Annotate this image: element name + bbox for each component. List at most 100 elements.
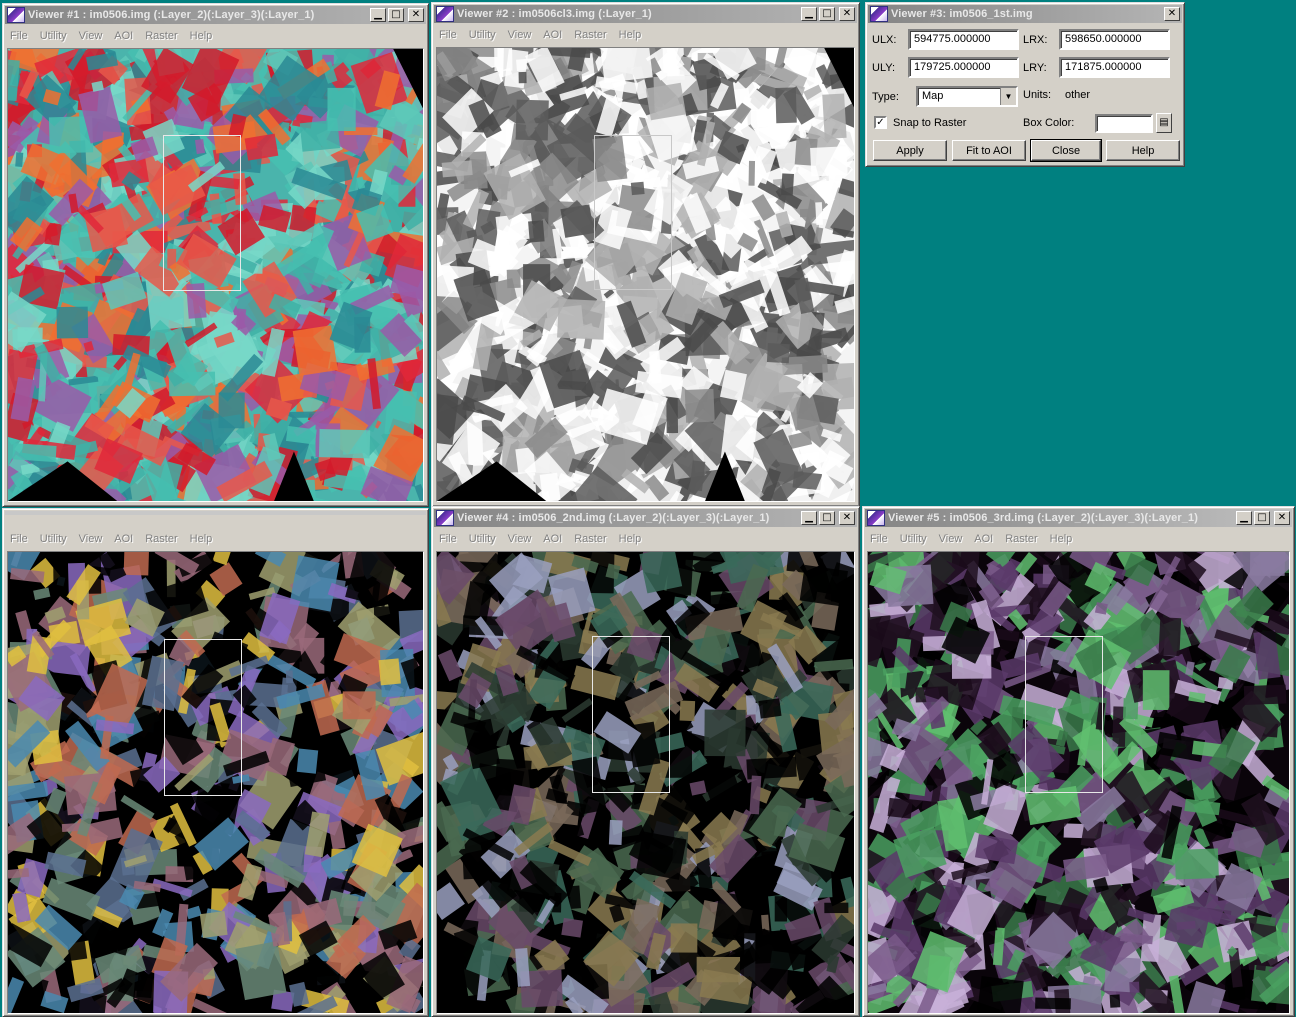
menu-help[interactable]: Help [185, 30, 220, 42]
uly-label: ULY: [872, 61, 896, 74]
dialog-titlebar[interactable]: Viewer #3: im0506_1st.img ✕ [868, 5, 1182, 23]
viewer-5-menubar: File Utility View AOI Raster Help [865, 529, 1292, 549]
close-icon[interactable]: ✕ [839, 7, 855, 21]
minimize-icon[interactable]: ▁ [801, 511, 817, 525]
chevron-down-icon[interactable]: ▼ [1000, 88, 1016, 105]
menu-utility[interactable]: Utility [464, 533, 503, 545]
close-icon[interactable]: ✕ [839, 511, 855, 525]
maximize-icon[interactable]: □ [1254, 511, 1270, 525]
menu-aoi[interactable]: AOI [109, 533, 140, 545]
viewer-2-titlebar[interactable]: Viewer #2 : im0506cl3.img (:Layer_1) ▁ □… [434, 5, 857, 23]
fit-to-aoi-button[interactable]: Fit to AOI [952, 140, 1026, 161]
close-icon[interactable]: ✕ [1274, 511, 1290, 525]
color-picker-button[interactable]: ▤ [1156, 113, 1172, 133]
inquire-box-dialog: Viewer #3: im0506_1st.img ✕ ULX: 594775.… [865, 2, 1185, 167]
erdas-app-icon [436, 510, 454, 526]
menu-help[interactable]: Help [185, 533, 220, 545]
viewer-1-window: Viewer #1 : im0506.img (:Layer_2)(:Layer… [2, 3, 429, 507]
menu-file[interactable]: File [434, 29, 464, 41]
viewer-5-titlebar[interactable]: Viewer #5 : im0506_3rd.img (:Layer_2)(:L… [865, 509, 1292, 527]
box-color-label: Box Color: [1023, 117, 1075, 129]
type-select[interactable]: Map ▼ [916, 86, 1018, 107]
uly-field[interactable]: 179725.000000 [908, 57, 1019, 78]
viewer-4-titlebar[interactable]: Viewer #4 : im0506_2nd.img (:Layer_2)(:L… [434, 509, 857, 527]
lrx-label: LRX: [1023, 33, 1048, 46]
viewer-1-image-canvas[interactable] [7, 48, 424, 502]
ulx-field[interactable]: 594775.000000 [908, 29, 1019, 50]
box-color-swatch[interactable] [1095, 113, 1153, 133]
viewer-6-menubar: File Utility View AOI Raster Help [5, 529, 426, 549]
close-icon[interactable]: ✕ [408, 8, 424, 22]
viewer-4-menubar: File Utility View AOI Raster Help [434, 529, 857, 549]
menu-view[interactable]: View [74, 30, 110, 42]
viewer-5-window: Viewer #5 : im0506_3rd.img (:Layer_2)(:L… [862, 506, 1295, 1017]
menu-file[interactable]: File [434, 533, 464, 545]
viewer-2-window: Viewer #2 : im0506cl3.img (:Layer_1) ▁ □… [431, 2, 860, 507]
viewer-2-image-canvas[interactable] [436, 47, 855, 502]
menu-raster[interactable]: Raster [1000, 533, 1044, 545]
type-select-value: Map [922, 90, 944, 102]
dialog-title: Viewer #3: im0506_1st.img [891, 8, 1033, 20]
aoi-inquire-box[interactable] [594, 135, 672, 290]
erdas-app-icon [870, 6, 888, 22]
menu-utility[interactable]: Utility [464, 29, 503, 41]
maximize-icon[interactable]: □ [819, 7, 835, 21]
viewer-5-title: Viewer #5 : im0506_3rd.img (:Layer_2)(:L… [888, 512, 1198, 524]
menu-utility[interactable]: Utility [35, 533, 74, 545]
menu-help[interactable]: Help [614, 533, 649, 545]
menu-raster[interactable]: Raster [569, 29, 613, 41]
menu-raster[interactable]: Raster [140, 533, 184, 545]
viewer-2-menubar: File Utility View AOI Raster Help [434, 25, 857, 45]
snap-to-raster-label: Snap to Raster [893, 116, 967, 129]
menu-file[interactable]: File [5, 533, 35, 545]
menu-view[interactable]: View [503, 29, 539, 41]
menu-aoi[interactable]: AOI [538, 29, 569, 41]
type-label: Type: [872, 90, 899, 103]
maximize-icon[interactable]: □ [819, 511, 835, 525]
viewer-6-window: File Utility View AOI Raster Help [2, 508, 429, 1017]
snap-to-raster-checkbox[interactable]: ✓ [874, 116, 887, 129]
menu-utility[interactable]: Utility [895, 533, 934, 545]
help-button[interactable]: Help [1106, 140, 1180, 161]
erdas-app-icon [7, 7, 25, 23]
lry-field[interactable]: 171875.000000 [1059, 57, 1170, 78]
ulx-label: ULX: [872, 33, 897, 46]
units-value: other [1065, 89, 1091, 101]
erdas-app-icon [436, 6, 454, 22]
apply-button[interactable]: Apply [873, 140, 947, 161]
viewer-4-title: Viewer #4 : im0506_2nd.img (:Layer_2)(:L… [457, 512, 770, 524]
aoi-inquire-box[interactable] [164, 639, 242, 796]
viewer-5-image-canvas[interactable] [867, 551, 1290, 1014]
menu-aoi[interactable]: AOI [969, 533, 1000, 545]
minimize-icon[interactable]: ▁ [370, 8, 386, 22]
menu-utility[interactable]: Utility [35, 30, 74, 42]
menu-view[interactable]: View [934, 533, 970, 545]
menu-view[interactable]: View [503, 533, 539, 545]
menu-view[interactable]: View [74, 533, 110, 545]
close-button[interactable]: Close [1030, 139, 1102, 162]
minimize-icon[interactable]: ▁ [1236, 511, 1252, 525]
menu-help[interactable]: Help [614, 29, 649, 41]
menu-raster[interactable]: Raster [140, 30, 184, 42]
menu-aoi[interactable]: AOI [109, 30, 140, 42]
viewer-6-titlebar[interactable] [5, 511, 426, 515]
menu-file[interactable]: File [5, 30, 35, 42]
viewer-2-title: Viewer #2 : im0506cl3.img (:Layer_1) [457, 8, 652, 20]
menu-file[interactable]: File [865, 533, 895, 545]
aoi-inquire-box[interactable] [592, 636, 670, 793]
aoi-inquire-box[interactable] [163, 135, 241, 291]
menu-raster[interactable]: Raster [569, 533, 613, 545]
maximize-icon[interactable]: □ [388, 8, 404, 22]
aoi-inquire-box[interactable] [1025, 636, 1103, 793]
menu-aoi[interactable]: AOI [538, 533, 569, 545]
lry-label: LRY: [1023, 61, 1047, 74]
minimize-icon[interactable]: ▁ [801, 7, 817, 21]
viewer-4-image-canvas[interactable] [436, 551, 855, 1014]
viewer-1-titlebar[interactable]: Viewer #1 : im0506.img (:Layer_2)(:Layer… [5, 6, 426, 24]
menu-help[interactable]: Help [1045, 533, 1080, 545]
close-icon[interactable]: ✕ [1164, 7, 1180, 21]
viewer-4-window: Viewer #4 : im0506_2nd.img (:Layer_2)(:L… [431, 506, 860, 1017]
lrx-field[interactable]: 598650.000000 [1059, 29, 1170, 50]
viewer-6-image-canvas[interactable] [7, 551, 424, 1014]
viewer-1-title: Viewer #1 : im0506.img (:Layer_2)(:Layer… [28, 9, 315, 21]
